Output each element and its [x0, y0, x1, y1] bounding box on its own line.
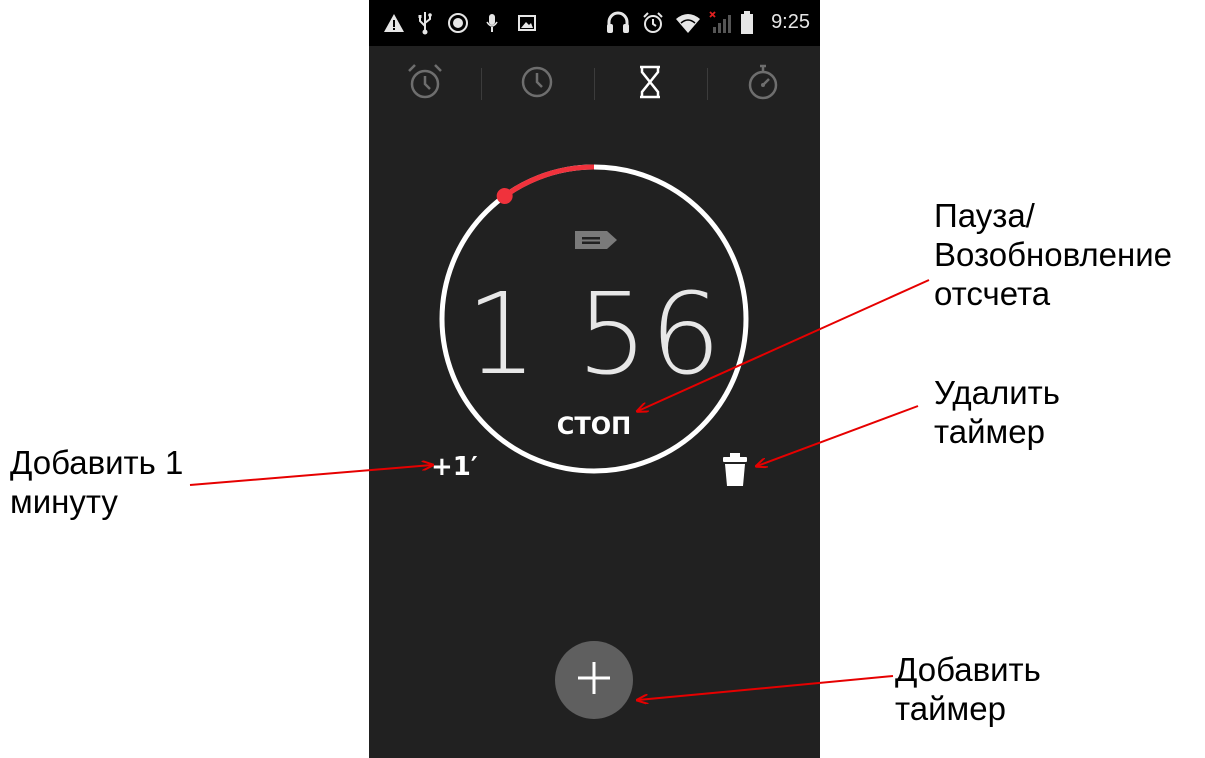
add-minute-button[interactable]: +1′: [431, 452, 478, 482]
annotation-pause: Пауза/ Возобновление отсчета: [934, 197, 1172, 312]
timer-ring-marker: [496, 188, 513, 205]
annotation-add-minute: Добавить 1 минуту: [10, 444, 184, 520]
annotation-add-timer: Добавить таймер: [895, 651, 1041, 727]
plus-icon: [575, 659, 613, 702]
stop-button[interactable]: СТОП: [519, 412, 669, 440]
timer-remaining: 1 56: [465, 270, 724, 400]
timer-ring-elapsed: [503, 164, 595, 199]
delete-timer-icon[interactable]: [721, 453, 749, 492]
label-tag-icon[interactable]: [573, 228, 619, 257]
phone-screen: 9:25 1 56 СТОП +1′: [369, 0, 820, 758]
add-timer-button[interactable]: [555, 641, 633, 719]
annotation-delete: Удалить таймер: [934, 374, 1060, 450]
